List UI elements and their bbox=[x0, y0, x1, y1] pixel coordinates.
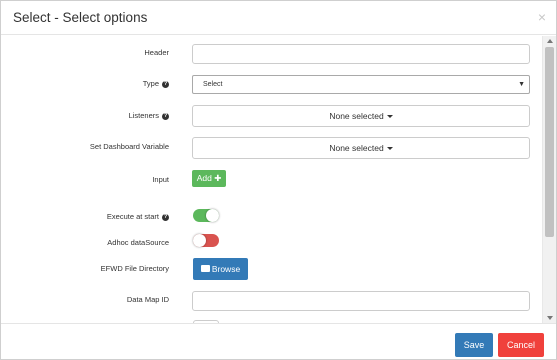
close-icon[interactable]: × bbox=[538, 9, 546, 25]
dashboard-variable-label: Set Dashboard Variable bbox=[89, 142, 169, 151]
listeners-multiselect[interactable]: None selected bbox=[192, 105, 530, 127]
execute-at-start-toggle[interactable] bbox=[193, 209, 219, 222]
execute-at-start-label: Execute at start? bbox=[107, 212, 169, 221]
folder-icon bbox=[200, 265, 210, 273]
toggle-knob bbox=[193, 234, 206, 247]
cancel-button[interactable]: Cancel bbox=[498, 333, 544, 357]
listeners-value: None selected bbox=[329, 111, 384, 121]
browse-button-label: Browse bbox=[211, 264, 241, 274]
type-select[interactable]: Select ▼ bbox=[192, 75, 530, 94]
dropdown-arrow-icon: ▼ bbox=[518, 81, 525, 88]
dashboard-variable-value: None selected bbox=[329, 143, 384, 153]
dialog-header: Select - Select options × bbox=[1, 1, 556, 35]
plus-icon: ✚ bbox=[214, 173, 222, 183]
dialog-body: Header Type? Select ▼ Listeners? None se… bbox=[1, 36, 542, 323]
adhoc-datasource-toggle[interactable] bbox=[193, 234, 219, 247]
type-label-text: Type bbox=[142, 79, 159, 88]
scroll-down-icon[interactable] bbox=[547, 316, 553, 320]
data-map-id-label: Data Map ID bbox=[126, 295, 169, 304]
listeners-label-text: Listeners bbox=[128, 111, 159, 120]
adhoc-datasource-label: Adhoc dataSource bbox=[107, 238, 169, 247]
scroll-up-icon[interactable] bbox=[547, 39, 553, 43]
browse-button[interactable]: Browse bbox=[193, 258, 248, 280]
scrollbar-thumb[interactable] bbox=[545, 47, 554, 237]
header-input[interactable] bbox=[192, 44, 530, 64]
vertical-scrollbar[interactable] bbox=[542, 36, 556, 323]
input-label: Input bbox=[152, 175, 169, 184]
toggle-knob bbox=[206, 209, 219, 222]
help-icon: ? bbox=[162, 80, 169, 88]
efwd-file-directory-label: EFWD File Directory bbox=[100, 264, 169, 273]
help-icon: ? bbox=[162, 213, 169, 221]
caret-down-icon bbox=[386, 115, 393, 119]
header-label: Header bbox=[144, 48, 169, 57]
dashboard-variable-multiselect[interactable]: None selected bbox=[192, 137, 530, 159]
add-input-button[interactable]: Add ✚ bbox=[192, 170, 226, 187]
data-map-id-input[interactable] bbox=[192, 291, 530, 311]
dialog-footer: Save Cancel bbox=[1, 323, 556, 360]
select-options-dialog: Select - Select options × Header Type? S… bbox=[0, 0, 557, 360]
type-selected-value: Select bbox=[203, 81, 223, 88]
listeners-label: Listeners? bbox=[129, 111, 169, 120]
add-button-label: Add bbox=[196, 173, 212, 183]
caret-down-icon bbox=[386, 147, 393, 151]
dialog-title: Select - Select options bbox=[13, 10, 148, 25]
help-icon: ? bbox=[162, 112, 169, 120]
save-button[interactable]: Save bbox=[455, 333, 493, 357]
execute-at-start-label-text: Execute at start bbox=[106, 212, 159, 221]
type-label: Type? bbox=[143, 79, 169, 88]
